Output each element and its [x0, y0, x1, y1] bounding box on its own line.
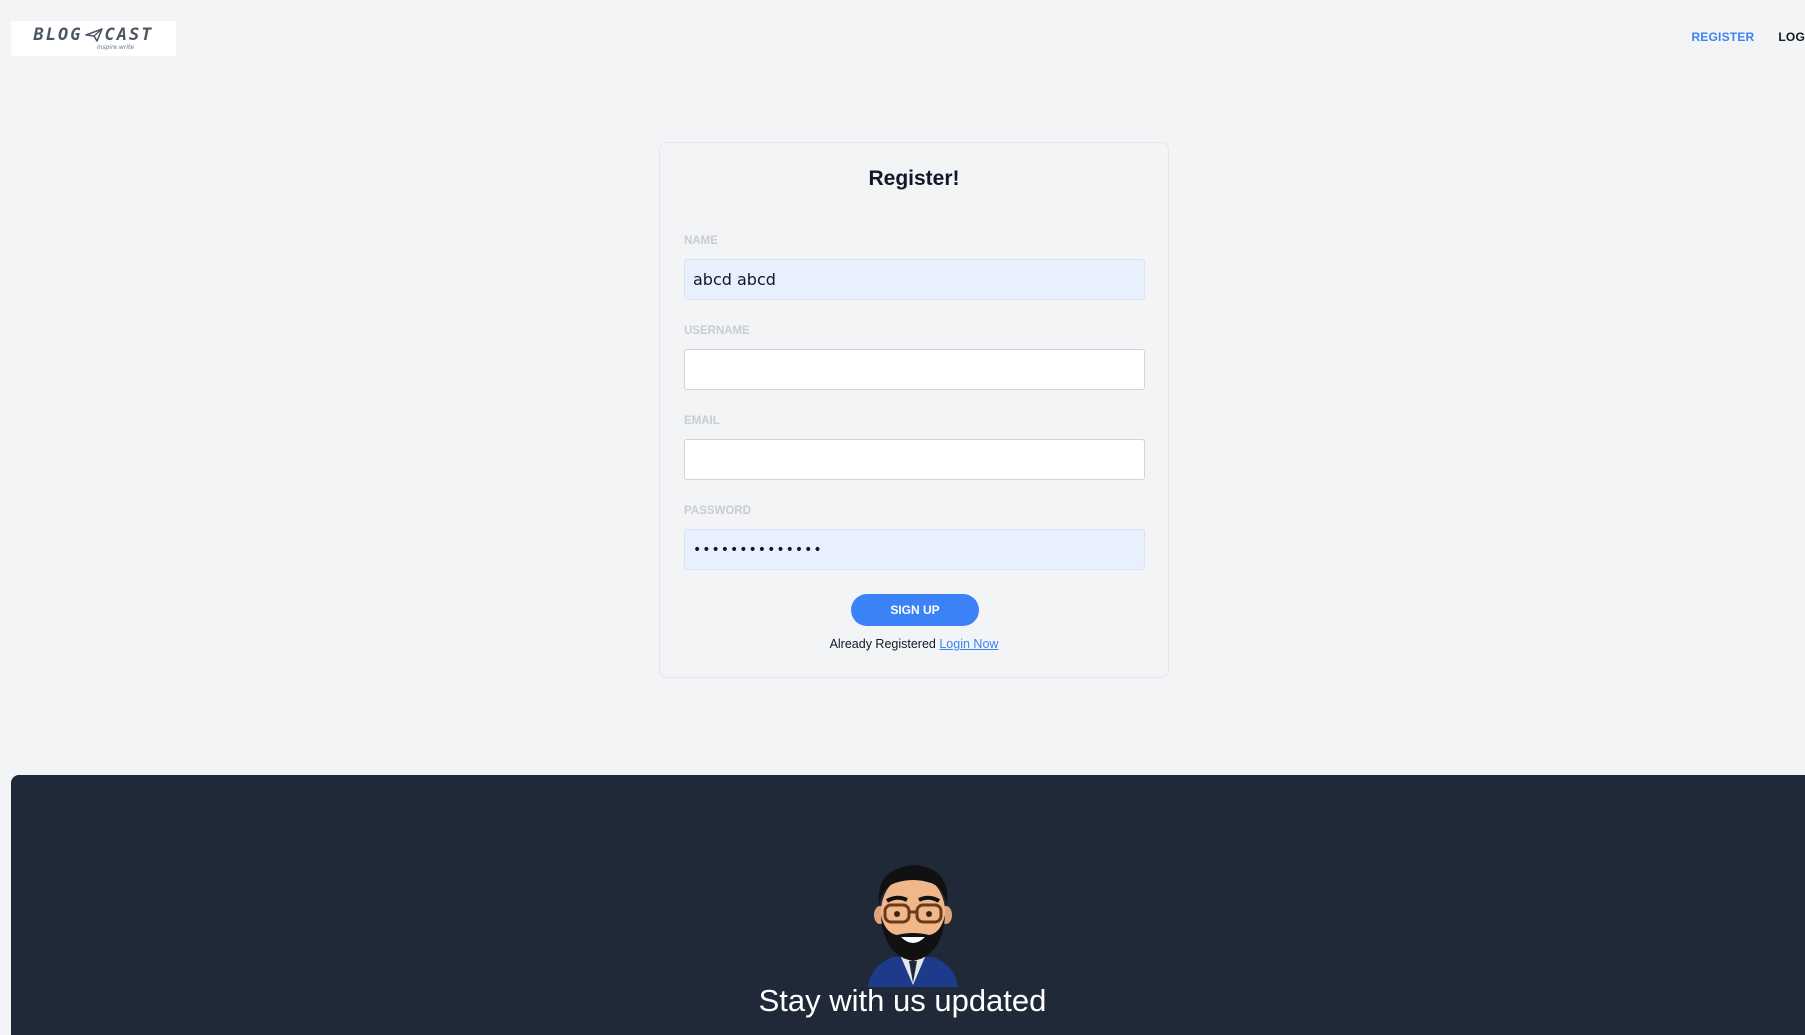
already-registered-line: Already Registered Login Now: [660, 637, 1168, 651]
already-registered-text: Already Registered: [829, 637, 936, 651]
password-input[interactable]: [684, 529, 1145, 570]
logo-tagline: inspire.write: [96, 44, 135, 51]
footer: Stay with us updated: [11, 775, 1805, 1035]
logo-text-left: BLOG: [33, 25, 83, 45]
password-label: PASSWORD: [684, 505, 751, 517]
nav-login-link[interactable]: LOG: [1778, 30, 1805, 44]
email-input[interactable]: [684, 439, 1145, 480]
site-logo[interactable]: BLOG CAST inspire.write: [11, 21, 176, 56]
username-input[interactable]: [684, 349, 1145, 390]
username-label: USERNAME: [684, 325, 750, 337]
name-input[interactable]: [684, 259, 1145, 300]
top-nav: REGISTER LOG: [1691, 30, 1805, 44]
sign-up-button[interactable]: SIGN UP: [851, 594, 979, 626]
footer-heading: Stay with us updated: [758, 983, 1047, 1018]
avatar-illustration-icon: [868, 865, 958, 987]
login-now-link[interactable]: Login Now: [939, 637, 998, 651]
form-title: Register!: [868, 167, 960, 190]
register-card: Register! NAME USERNAME EMAIL PASSWORD S…: [659, 142, 1169, 678]
logo-text-right: CAST: [104, 25, 154, 45]
nav-register-link[interactable]: REGISTER: [1691, 30, 1754, 44]
paper-plane-icon: [84, 28, 103, 42]
logo-wordmark: BLOG CAST: [34, 26, 154, 44]
email-label: EMAIL: [684, 415, 720, 427]
name-label: NAME: [684, 235, 718, 247]
register-page: BLOG CAST inspire.write REGISTER LOG Reg…: [0, 0, 1805, 1035]
avatar: [863, 857, 963, 987]
